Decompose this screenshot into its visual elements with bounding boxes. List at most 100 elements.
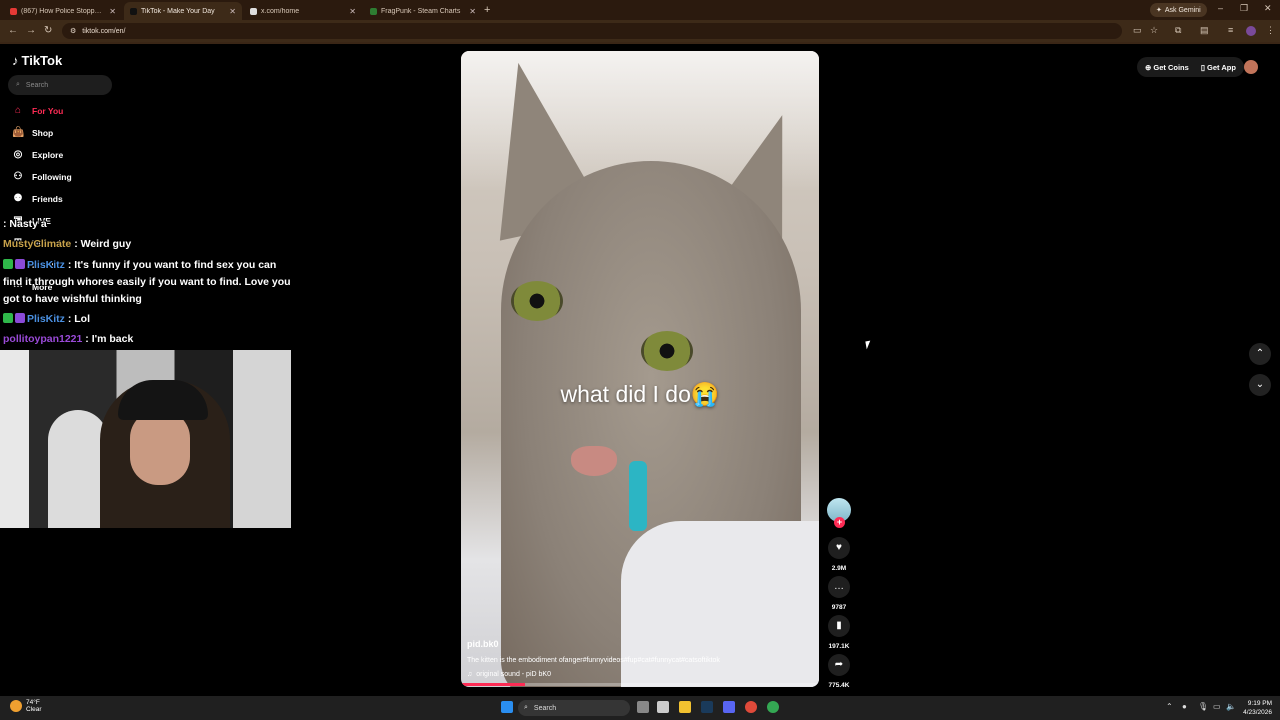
sidebar-item-following[interactable]: ⚇ Following [12, 171, 72, 182]
minimize-button[interactable]: – [1218, 3, 1223, 13]
tab-favicon-icon [370, 7, 377, 15]
action-count: 197.1K [828, 643, 850, 650]
weather-condition: Clear [26, 706, 42, 713]
heart-action[interactable]: ♥ 2.9M [827, 537, 851, 572]
video-username[interactable]: pid.bk0 [467, 639, 499, 649]
chat-text: : I'm back [85, 333, 134, 345]
collar-tag [629, 461, 647, 531]
action-count: 775.4K [828, 682, 850, 689]
steam-icon[interactable] [701, 701, 713, 713]
tiktok-note-icon: ♪ [12, 53, 19, 68]
microphone-icon[interactable]: 🎙 [1198, 702, 1208, 711]
cast-icon[interactable]: ▭ [1133, 25, 1142, 36]
close-tab-icon[interactable]: ✕ [349, 7, 356, 16]
tiktok-logo[interactable]: ♪ TikTok [12, 53, 62, 68]
close-tab-icon[interactable]: ✕ [109, 7, 116, 16]
browser-tab[interactable]: TikTok - Make Your Day ✕ [124, 2, 242, 20]
weather-widget[interactable]: 74°F Clear [10, 699, 42, 713]
chat-text: : Lol [67, 313, 91, 325]
search-input[interactable]: ⌕ Search [8, 75, 112, 95]
get-coins-label: Get Coins [1153, 62, 1189, 72]
get-app-button[interactable]: ▯ Get App [1201, 63, 1236, 72]
chat-username: MustyClimate [3, 238, 72, 250]
tab-label: x.com/home [261, 7, 300, 15]
browser-profile-icon[interactable] [1246, 26, 1256, 36]
close-window-button[interactable]: ✕ [1264, 3, 1272, 14]
browser-tab[interactable]: FragPunk - Steam Charts ✕ [364, 2, 482, 20]
chat-message: pollitoypan1221 : I'm back [3, 331, 293, 348]
network-icon[interactable]: ▭ [1213, 702, 1221, 711]
file-explorer-icon[interactable] [679, 701, 691, 713]
comment-icon[interactable]: … [828, 576, 850, 598]
video-caption-overlay: what did I do😭 [560, 381, 720, 407]
reading-list-icon[interactable]: ≡ [1228, 25, 1233, 35]
time: 9:19 PM [1247, 700, 1272, 707]
chat-text: : Weird guy [74, 238, 132, 250]
action-count: 9787 [831, 604, 847, 611]
sidepanel-icon[interactable]: ▤ [1200, 25, 1209, 36]
compass-icon: ◎ [13, 149, 23, 160]
new-tab-button[interactable]: + [484, 4, 490, 16]
chat-message: PlisKitz : Lol [3, 311, 293, 328]
taskbar-clock[interactable]: 9:19 PM 4/23/2026 [1236, 699, 1272, 717]
discord-icon[interactable] [723, 701, 735, 713]
logo-text: TikTok [21, 53, 63, 68]
share-icon[interactable]: ➦ [828, 654, 850, 676]
chevron-down-icon: ⌄ [1255, 379, 1265, 390]
star-icon[interactable]: ☆ [1150, 25, 1158, 36]
task-view-icon[interactable] [637, 701, 649, 713]
tab-favicon-icon [250, 7, 257, 15]
next-video-button[interactable]: ⌄ [1249, 374, 1271, 396]
tray-app-icon[interactable]: ● [1182, 702, 1187, 711]
profile-avatar[interactable] [1244, 60, 1258, 74]
badge-icon [15, 259, 25, 269]
sidebar-item-label: Explore [32, 149, 64, 160]
chevron-up-icon: ⌃ [1255, 348, 1265, 359]
menu-icon[interactable]: ⋮ [1266, 25, 1275, 36]
music-note-icon: ♫ [467, 671, 473, 678]
sidebar-item-explore[interactable]: ◎ Explore [12, 149, 64, 160]
sidebar-item-for-you[interactable]: ⌂ For You [12, 105, 63, 116]
tray-overflow-icon[interactable]: ⌃ [1166, 702, 1173, 711]
home-icon: ⌂ [14, 105, 22, 116]
reload-icon[interactable]: ↻ [44, 25, 52, 36]
video-player[interactable]: what did I do😭 pid.bk0 The kitten is the… [461, 51, 819, 687]
url-field[interactable]: ⚙ tiktok.com/en/ [62, 23, 1122, 39]
gaming-chair [48, 410, 108, 528]
chat-username: PlisKitz [27, 313, 65, 325]
browser-tab[interactable]: (867) How Police Stopped an A ✕ [4, 2, 122, 20]
previous-video-button[interactable]: ⌃ [1249, 343, 1271, 365]
chat-username: pollitoypan1221 [3, 333, 83, 345]
chrome-icon[interactable] [745, 701, 757, 713]
shopping-bag-icon: 👜 [12, 127, 25, 138]
start-icon[interactable] [501, 701, 513, 713]
ask-gemini-button[interactable]: ✦ Ask Gemini [1150, 3, 1207, 17]
browser-tab[interactable]: x.com/home ✕ [244, 2, 362, 20]
heart-icon[interactable]: ♥ [828, 537, 850, 559]
site-info-icon[interactable]: ⚙ [70, 27, 76, 35]
bookmark-action[interactable]: ▮ 197.1K [827, 615, 851, 650]
chrome-canary-icon[interactable] [767, 701, 779, 713]
video-progress-bar[interactable] [461, 683, 819, 686]
close-tab-icon[interactable]: ✕ [469, 7, 476, 16]
badge-icon [15, 313, 25, 323]
get-coins-button[interactable]: ⊕ Get Coins [1145, 63, 1189, 72]
back-icon[interactable]: ← [8, 25, 18, 36]
extensions-icon[interactable]: ⧉ [1175, 25, 1181, 36]
sidebar-item-shop[interactable]: 👜 Shop [12, 127, 53, 138]
weather-icon [10, 700, 22, 712]
forward-icon[interactable]: → [26, 25, 36, 36]
maximize-button[interactable]: ❐ [1240, 3, 1248, 14]
bookmark-icon[interactable]: ▮ [828, 615, 850, 637]
share-action[interactable]: ➦ 775.4K [827, 654, 851, 689]
sidebar-item-friends[interactable]: ⚉ Friends [12, 193, 63, 204]
video-sound[interactable]: ♫ original sound - piD bK0 [467, 671, 551, 678]
taskbar-search[interactable]: ⌕ Search [518, 700, 630, 716]
tab-label: (867) How Police Stopped an A [21, 7, 105, 15]
follow-plus-icon[interactable]: + [834, 517, 845, 528]
volume-icon[interactable]: 🔈 [1226, 702, 1236, 711]
comment-action[interactable]: … 9787 [827, 576, 851, 611]
calculator-icon[interactable] [657, 701, 669, 713]
close-tab-icon[interactable]: ✕ [229, 7, 236, 16]
video-description[interactable]: The kitten is the embodiment ofanger#fun… [467, 657, 720, 664]
